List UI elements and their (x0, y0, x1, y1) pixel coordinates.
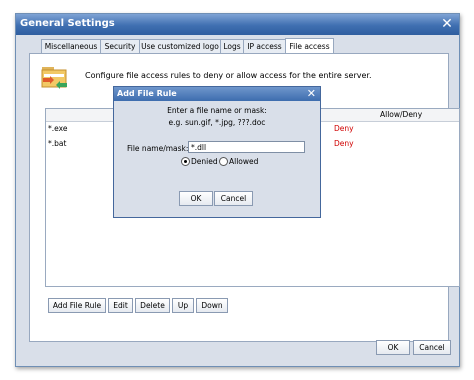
panel-description: Configure file access rules to deny or a… (85, 71, 372, 80)
column-allow-deny[interactable]: Allow/Deny (380, 110, 440, 119)
allowed-radio[interactable] (219, 157, 228, 166)
dialog-ok-button[interactable]: OK (179, 191, 213, 206)
cancel-button[interactable]: Cancel (413, 340, 451, 355)
window-titlebar[interactable]: General Settings ✕ (16, 14, 459, 35)
dialog-cancel-button[interactable]: Cancel (214, 191, 253, 206)
general-settings-window: General Settings ✕ Miscellaneous Securit… (15, 13, 460, 367)
denied-radio-label: Denied (191, 157, 218, 166)
tab-logs[interactable]: Logs (220, 39, 244, 53)
down-button[interactable]: Down (196, 298, 228, 313)
file-name-label: File name/mask: (127, 144, 189, 153)
up-button[interactable]: Up (172, 298, 194, 313)
dialog-titlebar[interactable]: Add File Rule ✕ (114, 87, 320, 101)
tab-security[interactable]: Security (100, 39, 140, 53)
tab-ip-access[interactable]: IP access (243, 39, 286, 53)
allowed-radio-label: Allowed (229, 157, 259, 166)
close-icon[interactable]: ✕ (307, 87, 316, 101)
denied-radio[interactable] (181, 157, 190, 166)
list-item[interactable]: *.bat (48, 139, 66, 148)
delete-button[interactable]: Delete (135, 298, 170, 313)
rule-action: Deny (334, 124, 354, 133)
rule-action: Deny (334, 139, 354, 148)
tab-miscellaneous[interactable]: Miscellaneous (41, 39, 101, 53)
ok-button[interactable]: OK (376, 340, 410, 355)
close-icon[interactable]: ✕ (439, 16, 455, 32)
folder-icon (41, 67, 67, 89)
dialog-title: Add File Rule (117, 89, 177, 98)
window-title: General Settings (20, 18, 115, 29)
add-file-rule-dialog: Add File Rule ✕ Enter a file name or mas… (113, 86, 321, 218)
dialog-example: e.g. sun.gif, *.jpg, ???.doc (168, 118, 266, 127)
file-name-input[interactable]: *.dll (188, 141, 305, 153)
dialog-prompt: Enter a file name or mask: (167, 106, 267, 115)
tab-use-customized-logo[interactable]: Use customized logo (139, 39, 221, 53)
list-item[interactable]: *.exe (48, 124, 67, 133)
add-file-rule-button[interactable]: Add File Rule (48, 298, 106, 313)
edit-button[interactable]: Edit (108, 298, 133, 313)
tab-file-access[interactable]: File access (285, 38, 334, 54)
